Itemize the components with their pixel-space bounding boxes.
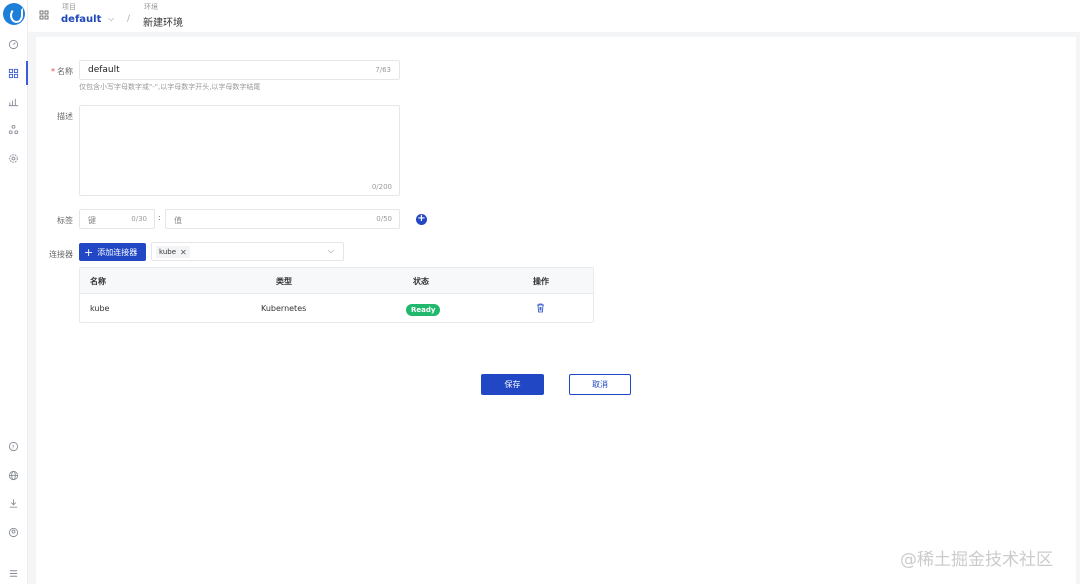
column-actions: 操作 bbox=[533, 277, 549, 286]
svg-text:?: ? bbox=[11, 444, 14, 450]
name-value: default bbox=[88, 65, 120, 75]
add-connector-label: 添加连接器 bbox=[97, 247, 138, 257]
project-caption: 项目 bbox=[62, 3, 76, 11]
tag-colon: : bbox=[158, 213, 161, 222]
add-connector-button[interactable]: + 添加连接器 bbox=[79, 243, 146, 261]
globe-icon[interactable] bbox=[7, 469, 19, 481]
selected-connector-tag: kube ✕ bbox=[156, 246, 190, 258]
row-type: Kubernetes bbox=[261, 304, 307, 313]
save-button[interactable]: 保存 bbox=[481, 374, 544, 395]
nodes-icon[interactable] bbox=[7, 123, 19, 135]
column-name: 名称 bbox=[90, 277, 106, 286]
add-tag-icon[interactable]: + bbox=[416, 214, 427, 225]
apps-grid-icon[interactable] bbox=[39, 10, 49, 20]
tag-key-counter: 0/30 bbox=[131, 215, 147, 223]
connector-select[interactable]: kube ✕ ⌵ bbox=[151, 242, 344, 261]
project-selector[interactable]: default bbox=[61, 14, 101, 25]
tag-value-placeholder: 值 bbox=[174, 216, 182, 225]
apps-icon[interactable] bbox=[7, 67, 19, 79]
gear-icon[interactable] bbox=[7, 152, 19, 164]
remove-tag-icon[interactable]: ✕ bbox=[180, 248, 187, 257]
name-input[interactable]: default 7/63 bbox=[79, 60, 400, 80]
page-title: 新建环境 bbox=[143, 18, 183, 29]
column-type: 类型 bbox=[276, 277, 292, 286]
status-badge: Ready bbox=[406, 304, 441, 316]
description-label: 描述 bbox=[57, 112, 73, 121]
user-icon[interactable] bbox=[7, 526, 19, 538]
description-counter: 0/200 bbox=[371, 183, 392, 191]
active-indicator bbox=[26, 61, 28, 85]
chart-icon[interactable] bbox=[7, 95, 19, 107]
required-mark: * bbox=[51, 67, 55, 76]
row-name: kube bbox=[90, 304, 110, 313]
sidebar: ? bbox=[0, 0, 28, 584]
logo[interactable] bbox=[3, 3, 25, 25]
tag-key-input[interactable]: 键 0/30 bbox=[79, 209, 155, 229]
connector-table: 名称 类型 状态 操作 kube Kubernetes Ready bbox=[79, 267, 594, 323]
plus-icon: + bbox=[84, 245, 94, 259]
column-status: 状态 bbox=[413, 277, 429, 286]
connector-label: 连接器 bbox=[49, 250, 73, 259]
breadcrumb-separator: / bbox=[127, 14, 131, 24]
cancel-button[interactable]: 取消 bbox=[569, 374, 631, 395]
tags-label: 标签 bbox=[57, 216, 73, 225]
tag-key-placeholder: 键 bbox=[88, 216, 96, 225]
top-header: 项目 default ⌵ / 环境 新建环境 bbox=[28, 0, 1080, 32]
description-textarea[interactable]: 0/200 bbox=[79, 105, 400, 196]
download-icon[interactable] bbox=[7, 497, 19, 509]
name-label: * 名称 bbox=[51, 67, 73, 76]
tag-value-input[interactable]: 值 0/50 bbox=[165, 209, 400, 229]
menu-icon[interactable] bbox=[7, 567, 19, 579]
name-counter: 7/63 bbox=[375, 66, 391, 74]
dashboard-icon[interactable] bbox=[7, 38, 19, 50]
trash-icon[interactable] bbox=[536, 303, 545, 313]
watermark: @稀土掘金技术社区 bbox=[900, 550, 1053, 570]
chevron-down-icon[interactable]: ⌵ bbox=[108, 14, 114, 24]
tag-value-counter: 0/50 bbox=[376, 215, 392, 223]
env-caption: 环境 bbox=[144, 3, 158, 11]
table-header: 名称 类型 状态 操作 bbox=[80, 268, 593, 294]
selected-connector-label: kube bbox=[159, 248, 177, 256]
name-hint: 仅包含小写字母数字或"-",以字母数字开头,以字母数字结尾 bbox=[79, 83, 261, 91]
chevron-down-icon[interactable]: ⌵ bbox=[328, 246, 334, 256]
help-icon[interactable]: ? bbox=[7, 440, 19, 452]
